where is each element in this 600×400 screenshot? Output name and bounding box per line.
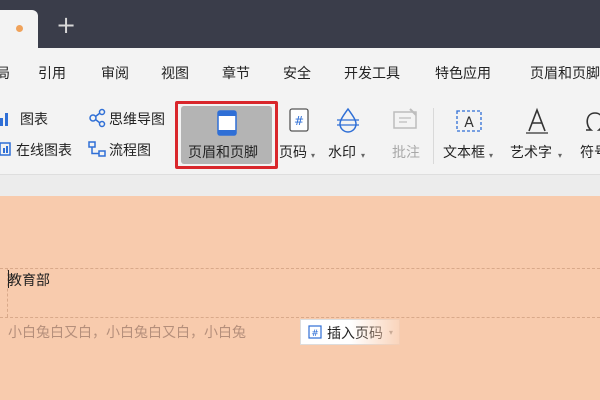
menu-item-developer[interactable]: 开发工具 <box>344 63 400 83</box>
insert-page-fade <box>350 319 410 345</box>
header-text[interactable]: 教育部 <box>8 270 50 290</box>
menu-item-references[interactable]: 引用 <box>38 63 66 83</box>
page-number-label: 页码 <box>279 145 307 161</box>
wordart-icon <box>526 107 548 134</box>
header-bottom-line <box>0 317 600 318</box>
comment-label: 批注 <box>392 145 420 161</box>
insert-page-number-icon: # <box>308 325 322 339</box>
chart-button[interactable]: 图表 <box>0 107 58 129</box>
header-boundary-line <box>0 268 600 269</box>
menu-item-header-footer[interactable]: 页眉和页脚 <box>530 63 600 83</box>
wordart-dropdown-icon: ▾ <box>558 151 563 160</box>
watermark-label: 水印 <box>328 145 356 161</box>
page-number-button[interactable]: # 页码 ▾ <box>279 104 321 164</box>
svg-text:#: # <box>311 329 319 339</box>
online-chart-button[interactable]: 在线图表 <box>0 138 82 160</box>
menu-item-special-apps[interactable]: 特色应用 <box>435 63 491 83</box>
textbox-label: 文本框 <box>443 145 485 161</box>
page-number-icon: # <box>289 108 309 132</box>
document-page[interactable] <box>0 196 600 400</box>
omega-icon <box>586 112 600 131</box>
mindmap-button[interactable]: 思维导图 <box>87 107 177 129</box>
title-bar: + <box>0 0 600 48</box>
watermark-button[interactable]: 水印 ▾ <box>327 104 373 164</box>
flowchart-icon <box>88 141 106 157</box>
menu-item-review[interactable]: 审阅 <box>101 63 129 83</box>
textbox-dropdown-icon: ▾ <box>489 151 494 160</box>
wordart-label: 艺术字 <box>510 145 552 161</box>
highlight-annotation <box>175 101 278 169</box>
watermark-dropdown-icon: ▾ <box>361 151 366 160</box>
chart-label: 图表 <box>20 112 48 128</box>
flowchart-label: 流程图 <box>109 143 151 159</box>
ribbon-bottom-strip <box>0 174 600 197</box>
ribbon-separator <box>433 108 434 164</box>
watermark-icon <box>337 107 359 133</box>
menu-item-section[interactable]: 章节 <box>222 63 250 83</box>
svg-text:A: A <box>464 115 474 131</box>
menu-bar: 局 引用 审阅 视图 章节 安全 开发工具 特色应用 页眉和页脚 <box>0 48 600 96</box>
mindmap-label: 思维导图 <box>109 112 165 128</box>
body-text[interactable]: 小白兔白又白，小白兔白又白，小白兔 <box>8 322 246 342</box>
chart-icon <box>0 113 8 126</box>
menu-item-layout[interactable]: 局 <box>0 63 10 83</box>
textbox-button[interactable]: A 文本框 ▾ <box>442 104 498 164</box>
new-tab-icon[interactable]: + <box>55 13 77 37</box>
symbol-button[interactable]: 符号 <box>578 104 600 164</box>
comment-button[interactable]: 批注 <box>386 104 426 164</box>
flowchart-button[interactable]: 流程图 <box>87 138 161 160</box>
mindmap-icon <box>89 108 106 128</box>
wordart-button[interactable]: 艺术字 ▾ <box>509 104 567 164</box>
menu-item-security[interactable]: 安全 <box>283 63 311 83</box>
textbox-icon: A <box>456 110 482 132</box>
online-chart-icon <box>0 142 11 156</box>
comment-icon <box>393 108 417 129</box>
symbol-label: 符号 <box>580 145 600 161</box>
unsaved-dot-icon <box>16 25 23 32</box>
menu-item-view[interactable]: 视图 <box>161 63 189 83</box>
page-number-dropdown-icon: ▾ <box>311 151 316 160</box>
online-chart-label: 在线图表 <box>16 143 72 159</box>
svg-text:#: # <box>294 114 304 128</box>
